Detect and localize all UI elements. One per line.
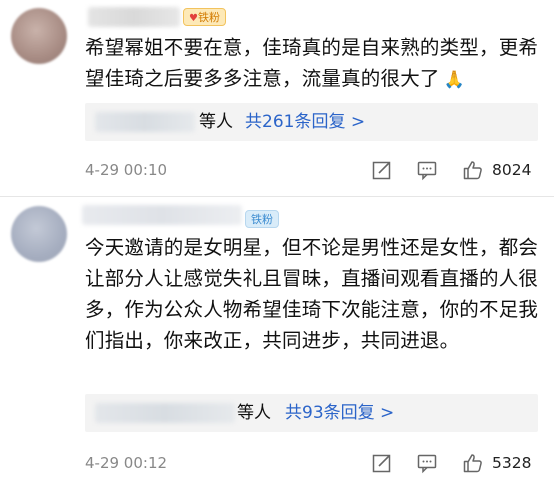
fan-badge: 铁粉 xyxy=(245,210,279,228)
reply-users xyxy=(95,403,235,423)
badge-label: 铁粉 xyxy=(197,11,220,24)
reply-suffix: 等人 xyxy=(199,112,233,132)
comment-body: 今天邀请的是女明星，但不论是男性还是女性，都会让部分人让感觉失礼且冒昧，直播间观… xyxy=(85,236,539,352)
comment-body: 希望幂姐不要在意，佳琦真的是自来熟的类型，更希望佳琦之后要多多注意，流量真的很大… xyxy=(85,36,539,90)
replies-box[interactable]: 等人 共261条回复 > xyxy=(85,103,538,141)
timestamp: 4-29 00:10 xyxy=(85,161,168,179)
edit-icon[interactable] xyxy=(371,159,393,181)
divider xyxy=(0,196,554,197)
avatar[interactable] xyxy=(11,206,67,262)
comment-icon[interactable] xyxy=(416,159,438,181)
like-icon[interactable] xyxy=(462,159,484,181)
like-icon[interactable] xyxy=(462,452,484,474)
fan-badge: ♥铁粉 xyxy=(183,8,226,26)
replies-box[interactable]: 等人 共93条回复 > xyxy=(85,394,538,432)
username[interactable] xyxy=(88,7,180,27)
timestamp: 4-29 00:12 xyxy=(85,454,168,472)
reply-suffix: 等人 xyxy=(237,403,271,423)
avatar[interactable] xyxy=(11,8,67,64)
edit-icon[interactable] xyxy=(371,452,393,474)
username[interactable] xyxy=(82,205,242,225)
comment-footer: 4-29 00:12 5328 xyxy=(85,452,540,476)
comment-footer: 4-29 00:10 8024 xyxy=(85,159,540,183)
reply-count-link[interactable]: 共261条回复 > xyxy=(245,111,365,133)
pray-emoji-icon: 🙏 xyxy=(443,70,465,90)
comment-text: 希望幂姐不要在意，佳琦真的是自来熟的类型，更希望佳琦之后要多多注意，流量真的很大… xyxy=(85,32,540,96)
like-count: 8024 xyxy=(492,161,532,179)
like-count: 5328 xyxy=(492,454,532,472)
badge-label: 铁粉 xyxy=(251,213,273,226)
comment-icon[interactable] xyxy=(416,452,438,474)
comment-text: 今天邀请的是女明星，但不论是男性还是女性，都会让部分人让感觉失礼且冒昧，直播间观… xyxy=(85,232,540,356)
reply-count-link[interactable]: 共93条回复 > xyxy=(285,402,394,424)
reply-users xyxy=(95,112,195,132)
